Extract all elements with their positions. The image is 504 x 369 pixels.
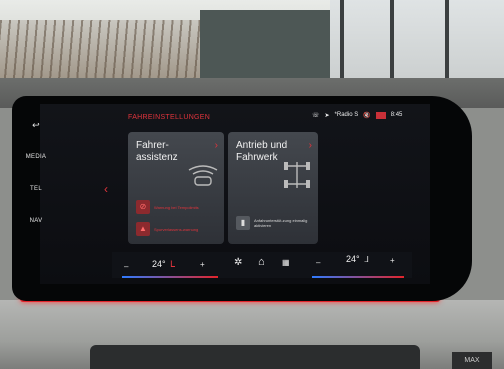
side-nav-media[interactable]: MEDIA [16,154,56,160]
list-item-lane-departure-warning[interactable]: ▲ Spurverlassens-warnung [136,222,210,236]
temp-right-plus-button[interactable]: + [390,256,395,265]
background-building [200,10,330,80]
max-button[interactable]: MAX [452,352,492,369]
speed-limit-icon: ⊘ [136,200,150,214]
temp-left-minus-button[interactable]: – [124,262,128,271]
chevron-right-icon: › [214,140,218,151]
car-sensor-icon [188,165,218,186]
background-glass-facade [330,0,504,90]
temp-left-value: 24° [152,259,166,269]
page-title: FAHREINSTELLUNGEN [128,114,211,121]
radio-station: *Radio S [334,112,359,118]
window-mullion [445,0,449,90]
fan-icon[interactable]: ✲ [234,257,242,268]
seat-heating-right-icon[interactable]: ᒧ [364,255,369,264]
hill-start-icon: ▮ [236,216,250,230]
temp-right-minus-button[interactable]: – [316,258,320,267]
chevron-right-icon: › [308,140,312,151]
back-button[interactable]: ↩ [16,120,56,131]
apps-grid-icon[interactable]: ▦ [282,258,290,267]
list-item-label: Anfahrunterstüt-zung einmalig aktivieren [254,218,308,228]
list-item-label: Warnung bei Tempolimits [154,204,199,210]
list-item-speed-limit-warning[interactable]: ⊘ Warnung bei Tempolimits [136,200,210,214]
tile-title: Fahrer- assistenz [136,140,178,163]
temp-right-value: 24° [346,254,360,264]
window-mullion [390,0,394,90]
home-icon[interactable]: ⌂ [258,256,265,268]
tile-drive-chassis[interactable]: Antrieb und Fahrwerk › ▮ Anfahrunterstüt… [228,132,318,244]
navigation-arrow-icon: ➤ [324,112,330,119]
temp-left-plus-button[interactable]: + [200,260,205,269]
side-nav-nav[interactable]: NAV [16,218,56,224]
tile-driver-assistance[interactable]: Fahrer- assistenz › ⊘ Warnung bei Tempol… [128,132,224,244]
side-nav-tel[interactable]: TEL [16,186,56,192]
list-item-label: Spurverlassens-warnung [154,226,199,232]
list-item-hill-start-assist[interactable]: ▮ Anfahrunterstüt-zung einmalig aktivier… [236,216,310,230]
mute-icon: 🔇 [363,112,371,119]
status-bar: ☏ ➤ *Radio S 🔇 8:45 [312,110,402,120]
chevron-left-icon[interactable]: ‹ [104,182,108,196]
phone-icon: ☏ [312,112,320,119]
chassis-icon [284,162,310,188]
window-mullion [340,0,344,90]
temp-right-gradient [312,276,404,278]
temp-left-gradient [122,276,218,278]
air-vent [90,345,420,369]
clock: 8:45 [390,112,403,118]
lane-icon: ▲ [136,222,150,236]
notification-icon [375,111,386,119]
seat-heating-left-icon[interactable]: ᒪ [170,259,175,270]
